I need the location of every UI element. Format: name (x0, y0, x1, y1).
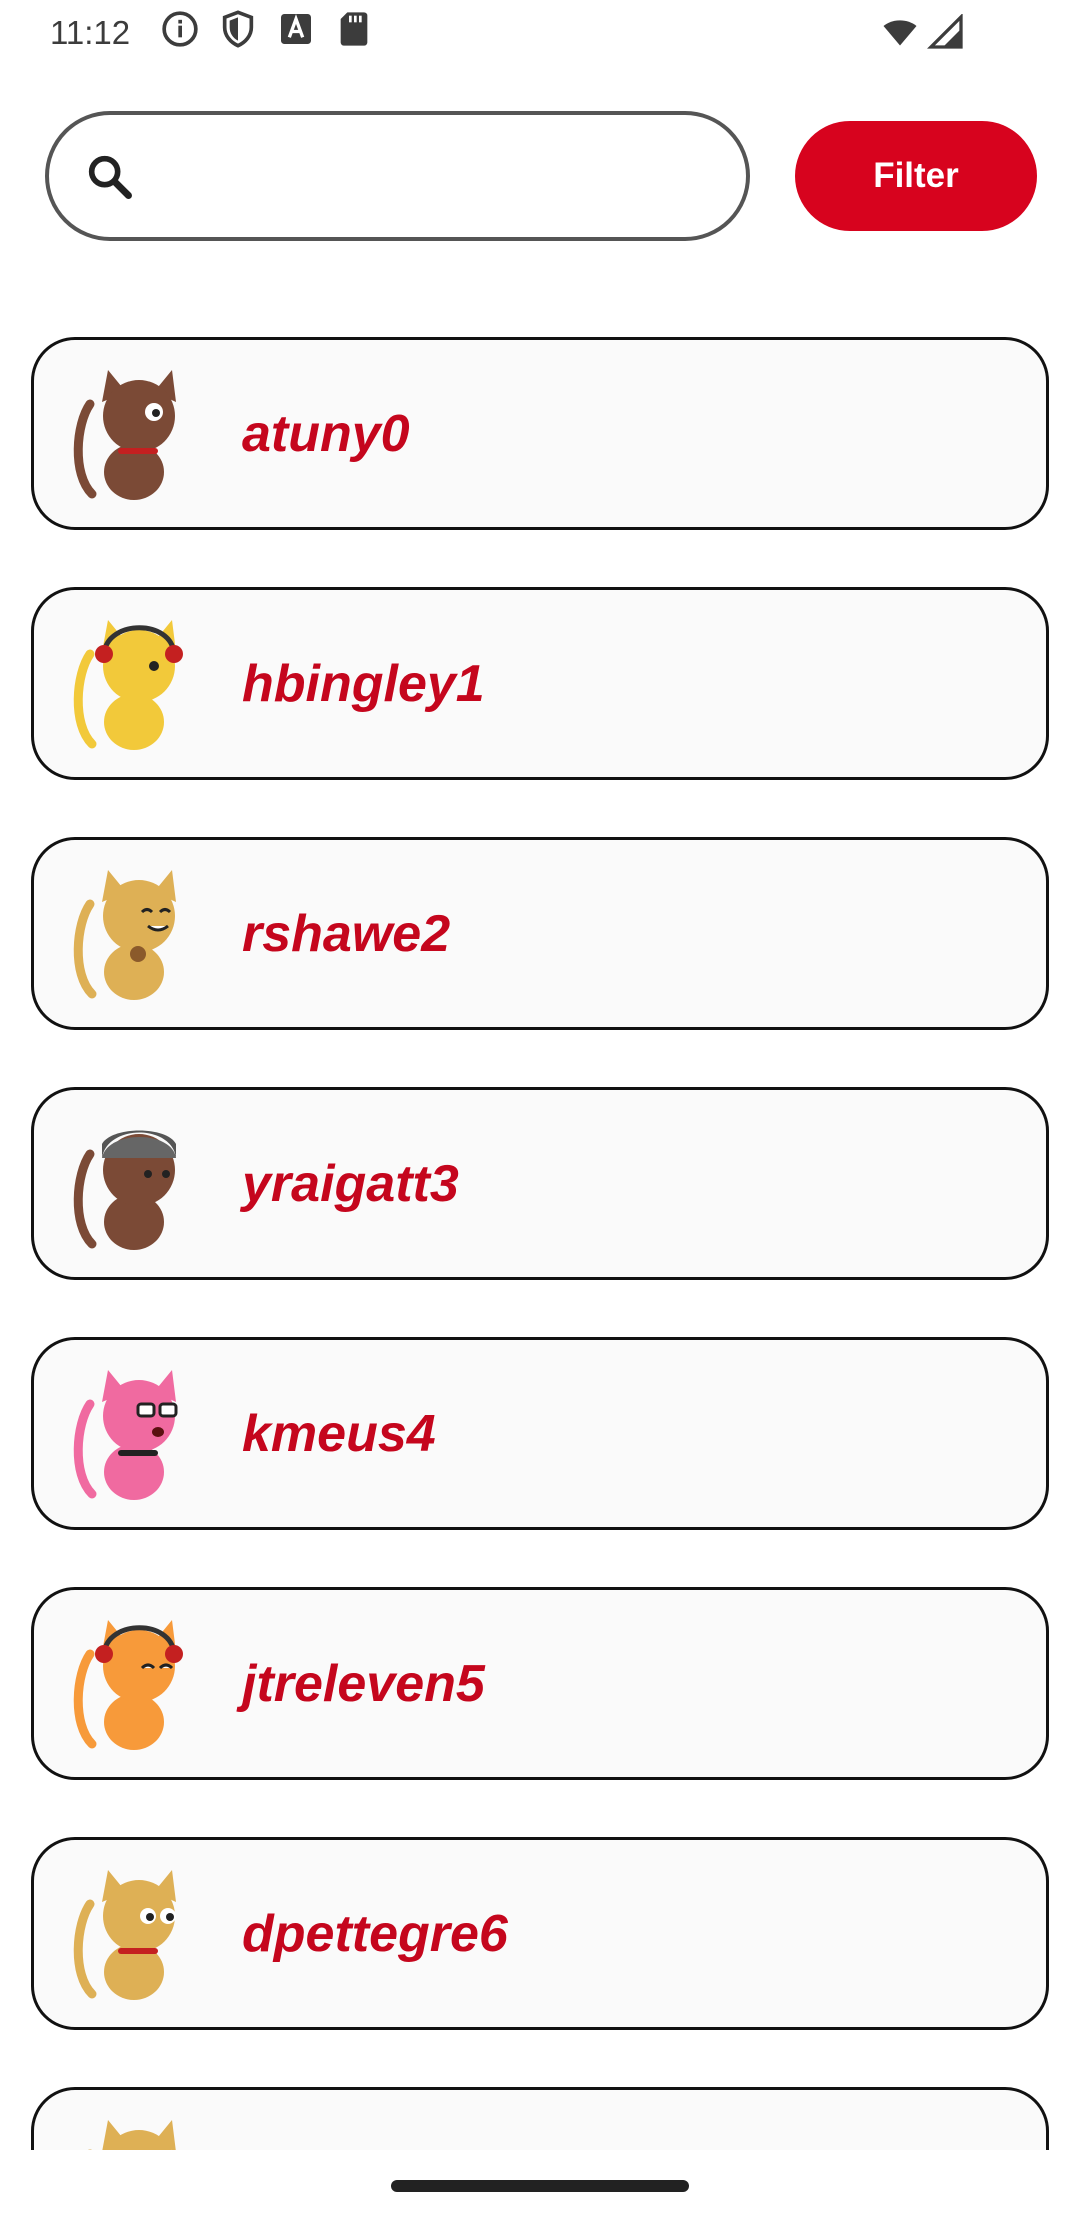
status-icons-right (881, 13, 965, 58)
info-icon (160, 9, 200, 57)
sd-card-icon (334, 9, 374, 57)
user-card[interactable]: jtreleven5 (31, 1587, 1049, 1780)
shield-icon (218, 9, 258, 57)
cat-avatar (62, 364, 202, 504)
username-label: hbingley1 (242, 654, 485, 713)
search-field[interactable] (45, 111, 750, 241)
username-label: jtreleven5 (242, 1654, 485, 1713)
filter-button[interactable]: Filter (795, 121, 1037, 231)
search-input[interactable] (155, 115, 706, 237)
font-a-icon (276, 9, 316, 57)
search-icon (83, 150, 135, 202)
user-card[interactable]: atuny0 (31, 337, 1049, 530)
status-time: 11:12 (50, 14, 131, 51)
user-card[interactable] (31, 2087, 1049, 2150)
cat-avatar (62, 1864, 202, 2004)
user-card[interactable]: hbingley1 (31, 587, 1049, 780)
gesture-nav-handle[interactable] (391, 2180, 689, 2192)
wifi-icon (881, 14, 919, 58)
username-label: rshawe2 (242, 904, 451, 963)
user-card[interactable]: kmeus4 (31, 1337, 1049, 1530)
user-card[interactable]: yraigatt3 (31, 1087, 1049, 1280)
username-label: dpettegre6 (242, 1904, 508, 1963)
signal-icon (927, 13, 965, 58)
cat-avatar (62, 864, 202, 1004)
user-card[interactable]: dpettegre6 (31, 1837, 1049, 2030)
cat-avatar (62, 2114, 202, 2150)
status-icons (160, 9, 374, 57)
username-label: yraigatt3 (242, 1154, 459, 1213)
cat-avatar (62, 614, 202, 754)
status-bar: 11:12 (0, 0, 1080, 66)
user-card[interactable]: rshawe2 (31, 837, 1049, 1030)
username-label: kmeus4 (242, 1404, 436, 1463)
cat-avatar (62, 1614, 202, 1754)
username-label: atuny0 (242, 404, 410, 463)
cat-avatar (62, 1364, 202, 1504)
user-list[interactable]: atuny0 hbingley1 rshawe2 yraigatt3 kmeus… (0, 300, 1080, 2150)
cat-avatar (62, 1114, 202, 1254)
